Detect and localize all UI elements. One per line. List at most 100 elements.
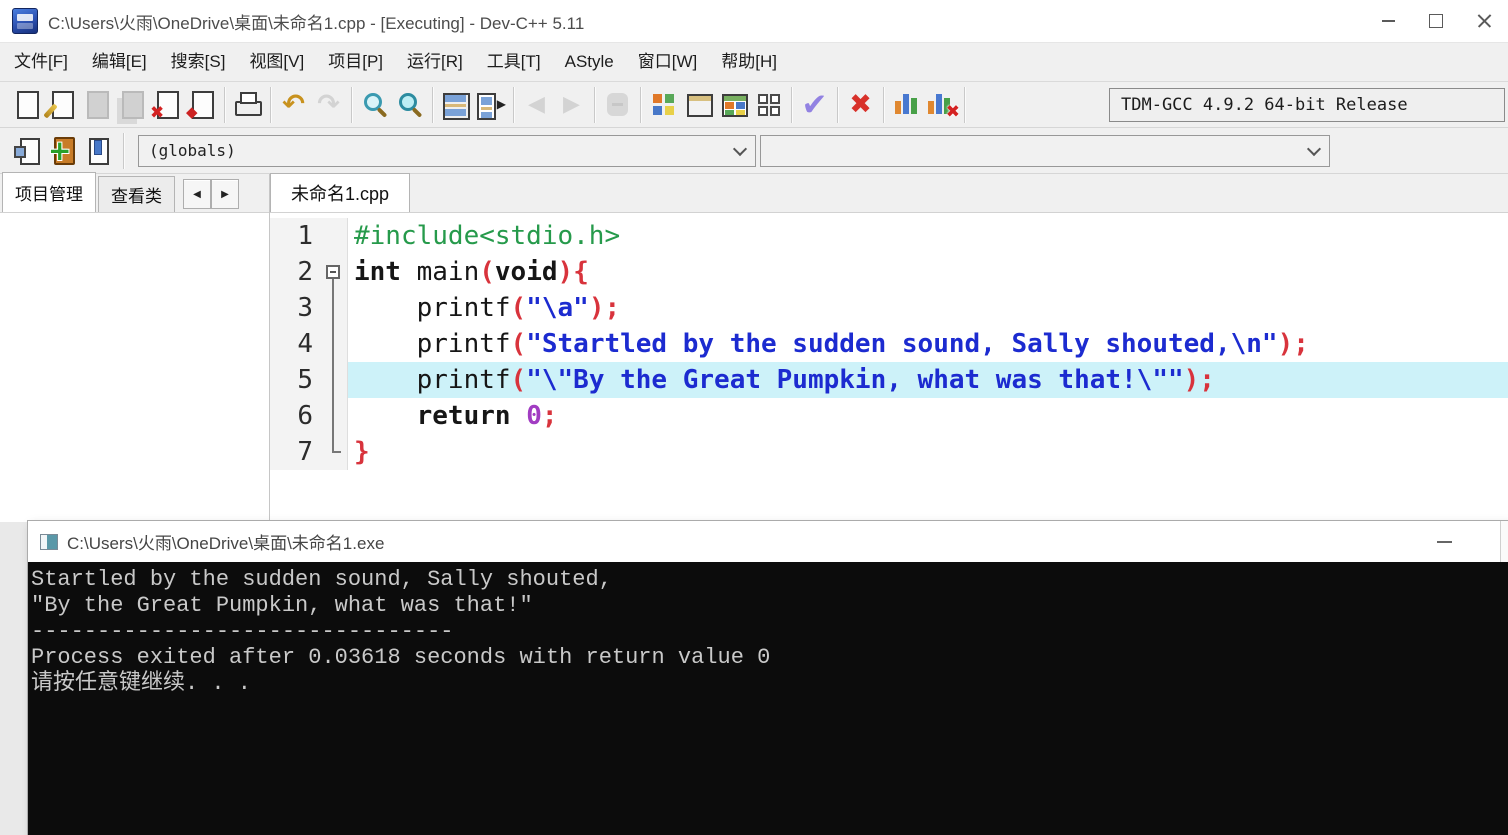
- goto-declaration-icon[interactable]: [10, 133, 45, 168]
- class-browser-select[interactable]: (globals): [138, 134, 756, 167]
- profile-analysis-icon[interactable]: [889, 87, 924, 122]
- secondary-toolbar: (globals): [0, 128, 1508, 174]
- print-icon[interactable]: [230, 87, 265, 122]
- code-text: }: [354, 437, 370, 467]
- code-text: int main(void){: [354, 257, 589, 287]
- compiler-select-value: TDM-GCC 4.9.2 64-bit Release: [1121, 94, 1408, 115]
- menu-item-1[interactable]: 编辑[E]: [80, 43, 159, 81]
- editor-tab-bar: 未命名1.cpp: [270, 173, 1508, 213]
- chevron-down-icon: [732, 141, 748, 156]
- console-line: "By the Great Pumpkin, what was that!": [31, 593, 533, 618]
- code-line-3[interactable]: 3 printf("\a");: [270, 290, 1508, 326]
- project-options-icon[interactable]: [716, 87, 751, 122]
- new-unit-icon[interactable]: [45, 133, 80, 168]
- toolbar-group: [225, 86, 271, 123]
- title-bar: C:\Users\火雨\OneDrive\桌面\未命名1.cpp - [Exec…: [0, 0, 1508, 43]
- tab-scroll-left-button[interactable]: ◀: [183, 179, 211, 209]
- close-icon[interactable]: [1460, 0, 1508, 42]
- fold-margin: [322, 362, 348, 398]
- code-line-1[interactable]: 1 #include<stdio.h>: [270, 218, 1508, 254]
- menu-item-8[interactable]: 窗口[W]: [626, 43, 710, 81]
- menu-item-5[interactable]: 运行[R]: [395, 43, 475, 81]
- stop-execution-icon[interactable]: ✖: [843, 87, 878, 122]
- code-text: printf("\a");: [354, 293, 621, 323]
- delete-profiling-icon[interactable]: [924, 87, 960, 122]
- toolbar-group: ✖: [838, 86, 884, 123]
- project-tree[interactable]: [0, 213, 269, 522]
- code-line-7[interactable]: 7}: [270, 434, 1508, 470]
- close-all-icon[interactable]: [184, 87, 219, 122]
- console-app-icon: [40, 533, 58, 550]
- tab-class-viewer[interactable]: 查看类: [98, 176, 175, 212]
- split-editor-icon[interactable]: [438, 87, 473, 122]
- console-line: --------------------------------: [31, 619, 454, 644]
- fold-margin: [322, 290, 348, 326]
- window-controls: [1364, 0, 1508, 42]
- member-select[interactable]: [760, 134, 1330, 167]
- editor-area: 未命名1.cpp 1 #include<stdio.h> 2 int main(voi…: [270, 173, 1508, 522]
- fold-collapse-icon[interactable]: [322, 254, 348, 290]
- menu-item-6[interactable]: 工具[T]: [475, 43, 553, 81]
- console-line: Startled by the sudden sound, Sally shou…: [31, 567, 612, 592]
- menu-item-0[interactable]: 文件[F]: [2, 43, 80, 81]
- tab-scroll-right-button[interactable]: ▶: [211, 179, 239, 209]
- line-number: 4: [270, 326, 322, 362]
- toolbar-group: [641, 86, 792, 123]
- new-project-icon[interactable]: [646, 87, 681, 122]
- menu-item-4[interactable]: 项目[P]: [316, 43, 395, 81]
- line-number: 1: [270, 218, 322, 254]
- swap-header-source-icon[interactable]: [473, 87, 508, 122]
- toolbar-group: ✔: [792, 86, 838, 123]
- console-minimize-icon[interactable]: [1437, 541, 1452, 543]
- toolbar-group: [352, 86, 433, 123]
- left-panel: 项目管理 查看类 ◀ ▶: [0, 172, 270, 522]
- tab-project-manager[interactable]: 项目管理: [2, 172, 96, 212]
- back-icon: ◀: [528, 92, 545, 117]
- window-title: C:\Users\火雨\OneDrive\桌面\未命名1.cpp - [Exec…: [48, 13, 585, 33]
- code-line-4[interactable]: 4 printf("Startled by the sudden sound, …: [270, 326, 1508, 362]
- line-number: 5: [270, 362, 322, 398]
- code-line-2[interactable]: 2 int main(void){: [270, 254, 1508, 290]
- console-maximize-icon[interactable]: [1500, 521, 1508, 562]
- save-all-icon: [114, 87, 149, 122]
- main-toolbar-groups: ↶↷◀▶✔✖: [0, 86, 965, 123]
- code-text: #include<stdio.h>: [354, 221, 621, 251]
- line-number: 2: [270, 254, 322, 290]
- maximize-icon[interactable]: [1412, 0, 1460, 42]
- menu-item-7[interactable]: AStyle: [553, 43, 626, 81]
- compile-icon[interactable]: ✔: [797, 87, 832, 123]
- fold-margin: [322, 218, 348, 254]
- undo-icon[interactable]: ↶: [276, 87, 311, 122]
- toolbar-group: [433, 86, 514, 123]
- secondary-toolbar-icons: [0, 132, 124, 169]
- new-window-icon[interactable]: [681, 87, 716, 122]
- line-number: 3: [270, 290, 322, 326]
- close-file-icon[interactable]: [149, 87, 184, 123]
- devcpp-window: C:\Users\火雨\OneDrive\桌面\未命名1.cpp - [Exec…: [0, 0, 1508, 835]
- redo-icon: ↷: [317, 89, 340, 120]
- code-lines: 1 #include<stdio.h> 2 int main(void){3 prin…: [270, 218, 1508, 470]
- save-icon: [79, 87, 114, 122]
- menu-item-2[interactable]: 搜索[S]: [159, 43, 238, 81]
- open-file-icon[interactable]: [44, 87, 79, 122]
- code-line-6[interactable]: 6 return 0;: [270, 398, 1508, 434]
- code-line-5[interactable]: 5 printf("\"By the Great Pumpkin, what w…: [270, 362, 1508, 398]
- code-editor[interactable]: 1 #include<stdio.h> 2 int main(void){3 prin…: [270, 213, 1508, 522]
- fold-margin: [322, 326, 348, 362]
- new-file-icon[interactable]: [9, 87, 44, 122]
- toolbar-group: [595, 86, 641, 123]
- toolbar-group: [884, 86, 965, 123]
- package-manager-icon[interactable]: [751, 87, 786, 122]
- console-window: C:\Users\火雨\OneDrive\桌面\未命名1.exe Startle…: [28, 521, 1508, 835]
- fold-margin: [322, 398, 348, 434]
- compiler-select[interactable]: TDM-GCC 4.9.2 64-bit Release: [1109, 87, 1505, 122]
- editor-tab[interactable]: 未命名1.cpp: [270, 173, 411, 212]
- code-text: return 0;: [416, 401, 558, 431]
- find-icon[interactable]: [357, 87, 392, 122]
- menu-item-3[interactable]: 视图[V]: [237, 43, 316, 81]
- minimize-icon[interactable]: [1364, 0, 1412, 42]
- toggle-bookmark-icon[interactable]: [80, 133, 115, 168]
- replace-icon[interactable]: [392, 87, 427, 122]
- console-output[interactable]: Startled by the sudden sound, Sally shou…: [28, 562, 1508, 835]
- menu-item-9[interactable]: 帮助[H]: [709, 43, 789, 81]
